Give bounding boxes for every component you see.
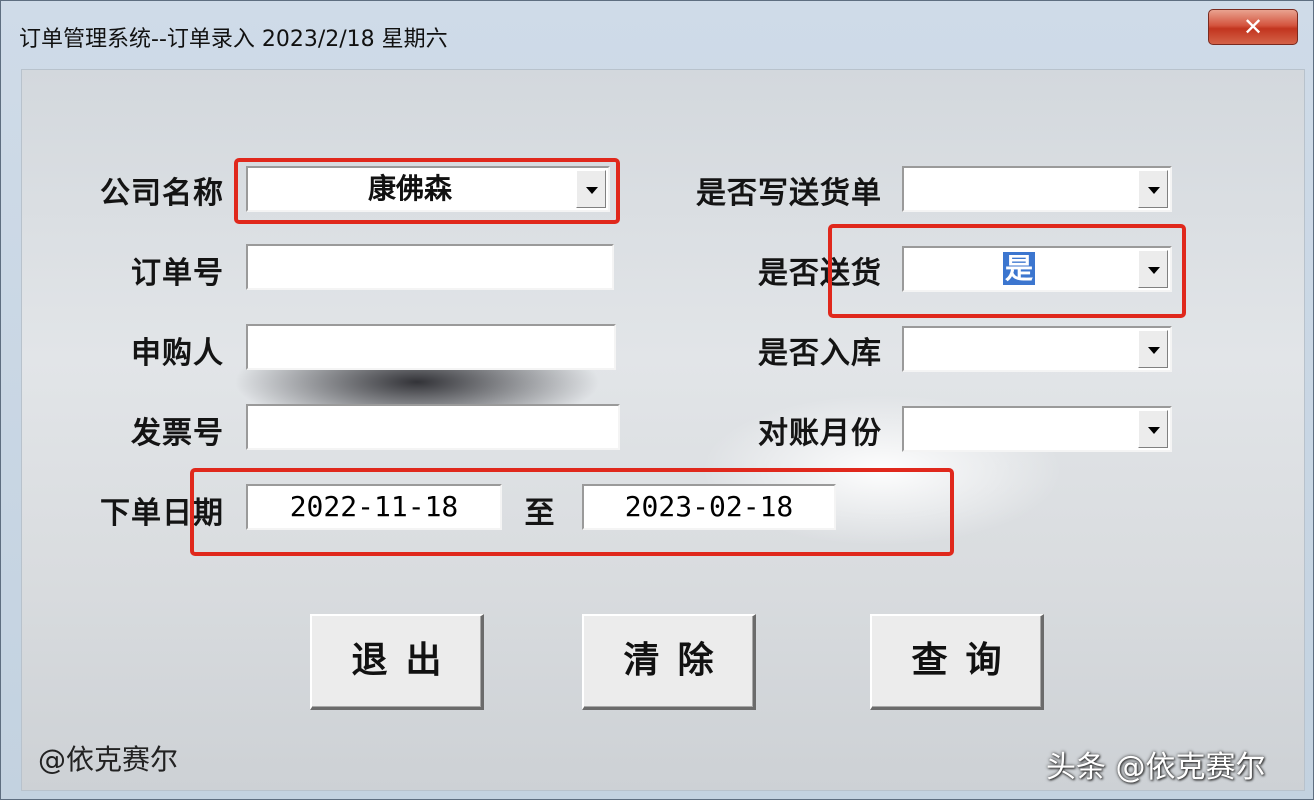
- order-date-label: 下单日期: [100, 496, 224, 531]
- app-window: 订单管理系统--订单录入 2023/2/18 星期六 ✕ 公司名称 康佛森 订单…: [0, 0, 1314, 800]
- invoice-no-label: 发票号: [131, 416, 224, 451]
- exit-button[interactable]: 退出: [310, 614, 484, 710]
- chevron-down-icon[interactable]: [1138, 410, 1168, 448]
- form-panel: 公司名称 康佛森 订单号 申购人 发票号 下单日期 2022-11-18 至 2…: [21, 69, 1305, 791]
- company-value: 康佛森: [367, 172, 452, 205]
- window-title: 订单管理系统--订单录入 2023/2/18 星期六: [19, 27, 448, 52]
- delivered-value-wrap: 是: [904, 248, 1134, 290]
- invoice-no-input[interactable]: [246, 404, 620, 450]
- title-bar[interactable]: 订单管理系统--订单录入 2023/2/18 星期六 ✕: [1, 1, 1314, 61]
- stocked-in-label: 是否入库: [758, 336, 882, 371]
- order-no-input[interactable]: [246, 244, 614, 290]
- query-button[interactable]: 查询: [870, 614, 1044, 710]
- watermark-left: @依克赛尔: [38, 743, 179, 776]
- write-delivery-note-label: 是否写送货单: [696, 176, 882, 211]
- reconcile-month-label: 对账月份: [758, 416, 882, 451]
- reconcile-month-combobox[interactable]: [902, 406, 1172, 452]
- order-no-label: 订单号: [131, 256, 224, 291]
- delivered-value: 是: [1002, 252, 1035, 285]
- close-button[interactable]: ✕: [1208, 9, 1298, 45]
- order-date-from-input[interactable]: 2022-11-18: [246, 484, 502, 530]
- purchaser-label: 申购人: [131, 336, 224, 371]
- company-combobox[interactable]: 康佛森: [246, 166, 610, 212]
- order-date-to-input[interactable]: 2023-02-18: [582, 484, 836, 530]
- delivered-label: 是否送货: [758, 256, 882, 291]
- chevron-down-icon[interactable]: [1138, 170, 1168, 208]
- clear-button[interactable]: 清除: [582, 614, 756, 710]
- order-date-to-value: 2023-02-18: [624, 490, 794, 523]
- chevron-down-icon[interactable]: [576, 170, 606, 208]
- order-date-from-value: 2022-11-18: [289, 490, 459, 523]
- stocked-in-combobox[interactable]: [902, 326, 1172, 372]
- chevron-down-icon[interactable]: [1138, 250, 1168, 288]
- company-label: 公司名称: [100, 176, 224, 211]
- chevron-down-icon[interactable]: [1138, 330, 1168, 368]
- watermark-right: 头条 @依克赛尔: [1046, 750, 1266, 785]
- delivered-combobox[interactable]: 是: [902, 246, 1172, 292]
- order-date-separator: 至: [524, 496, 556, 531]
- close-icon: ✕: [1242, 13, 1264, 41]
- purchaser-input[interactable]: [246, 324, 616, 370]
- write-delivery-note-combobox[interactable]: [902, 166, 1172, 212]
